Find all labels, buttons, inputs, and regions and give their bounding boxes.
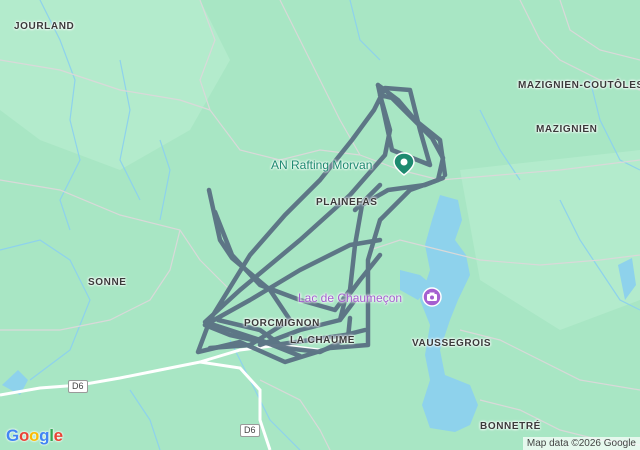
logo-letter: o	[18, 426, 30, 445]
road-shield-d6: D6	[68, 380, 88, 393]
poi-rafting-label[interactable]: AN Rafting Morvan	[271, 158, 372, 172]
road-shield-d6: D6	[240, 424, 260, 437]
map-pin-icon[interactable]	[393, 152, 415, 176]
logo-letter: G	[6, 426, 19, 445]
map-attribution[interactable]: Map data ©2026 Google	[522, 437, 640, 450]
place-mazignien: MAZIGNIEN	[536, 124, 598, 135]
logo-letter: o	[29, 426, 40, 445]
logo-letter: g	[39, 426, 50, 445]
logo-letter: e	[53, 426, 63, 445]
camera-icon[interactable]	[422, 287, 442, 307]
place-sonne: SONNE	[88, 277, 127, 288]
place-porcmignon: PORCMIGNON	[244, 318, 320, 329]
place-bonnetre: BONNETRÉ	[480, 421, 541, 432]
place-plainefas: PLAINEFAS	[316, 197, 378, 208]
place-mazignien-coutoles: MAZIGNIEN-COUTÔLES	[518, 80, 640, 91]
map-view[interactable]: JOURLAND MAZIGNIEN-COUTÔLES MAZIGNIEN PL…	[0, 0, 640, 450]
place-la-chaume: LA CHAUME	[290, 335, 356, 346]
place-vaussegrois: VAUSSEGROIS	[412, 338, 492, 349]
poi-lake-label[interactable]: Lac de Chaumeçon	[298, 291, 402, 305]
place-jourland: JOURLAND	[14, 21, 75, 32]
google-logo[interactable]: Google	[6, 426, 63, 446]
map-base	[0, 0, 640, 450]
